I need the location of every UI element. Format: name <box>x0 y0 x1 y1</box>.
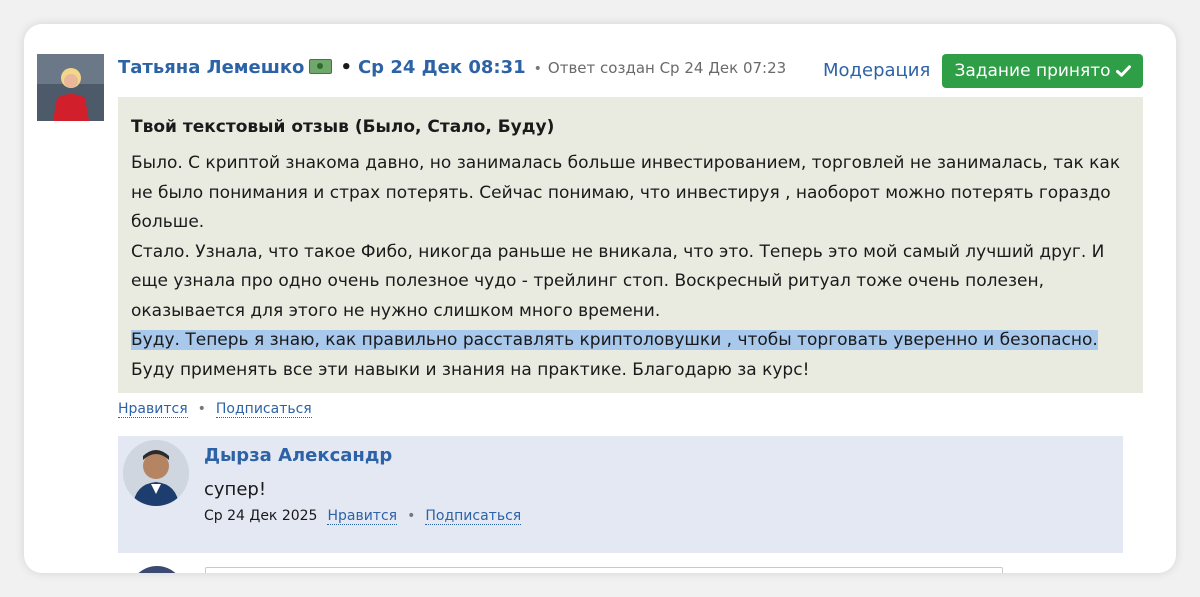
subscribe-link[interactable]: Подписаться <box>215 401 312 418</box>
task-accepted-button[interactable]: Задание принято <box>942 54 1143 88</box>
moderation-link[interactable]: Модерация <box>823 60 930 81</box>
reply-subscribe-link[interactable]: Подписаться <box>425 508 522 525</box>
post-date[interactable]: Ср 24 Дек 08:31 <box>358 57 526 78</box>
reply-date: Ср 24 Дек 2025 <box>204 508 318 524</box>
task-accepted-label: Задание принято <box>954 61 1111 81</box>
reply-text: супер! <box>204 479 267 500</box>
new-comment-input[interactable] <box>205 567 1003 573</box>
reply-author-name[interactable]: Дырза Александр <box>204 445 392 466</box>
header-separator-small: • <box>533 61 542 77</box>
review-paragraph-2: Стало. Узнала, что такое Фибо, никогда р… <box>131 241 1105 321</box>
actions-separator: • <box>197 401 206 417</box>
review-paragraph-1: Было. С криптой знакома давно, но занима… <box>131 153 1121 232</box>
reply-author-photo-icon <box>123 440 189 506</box>
reply-actions: Ср 24 Дек 2025 Нравится • Подписаться <box>204 508 522 525</box>
created-note: Ответ создан Ср 24 Дек 07:23 <box>547 59 787 77</box>
author-photo-icon <box>37 54 104 121</box>
post-header: Татьяна Лемешко • Ср 24 Дек 08:31 • Отве… <box>118 57 786 83</box>
checkmark-icon <box>1115 65 1131 77</box>
selected-text[interactable]: Буду. Теперь я знаю, как правильно расст… <box>131 330 1098 350</box>
current-user-avatar <box>129 566 185 573</box>
reply-author-avatar[interactable] <box>123 440 189 506</box>
comment-card: Татьяна Лемешко • Ср 24 Дек 08:31 • Отве… <box>24 24 1176 573</box>
like-link[interactable]: Нравится <box>118 401 188 418</box>
author-avatar[interactable] <box>37 54 104 121</box>
post-actions: Нравится • Подписаться <box>118 401 312 418</box>
review-paragraph-3: Буду. Теперь я знаю, как правильно расст… <box>131 326 1129 385</box>
reply-like-link[interactable]: Нравится <box>327 508 398 525</box>
review-body: Твой текстовый отзыв (Было, Стало, Буду)… <box>118 97 1143 393</box>
reply-actions-separator: • <box>407 508 416 524</box>
header-separator: • <box>340 57 352 78</box>
money-bill-icon <box>309 59 333 74</box>
author-name[interactable]: Татьяна Лемешко <box>118 57 304 78</box>
review-title: Твой текстовый отзыв (Было, Стало, Буду) <box>131 117 555 137</box>
review-paragraph-3-rest: Буду применять все эти навыки и знания н… <box>131 359 810 380</box>
